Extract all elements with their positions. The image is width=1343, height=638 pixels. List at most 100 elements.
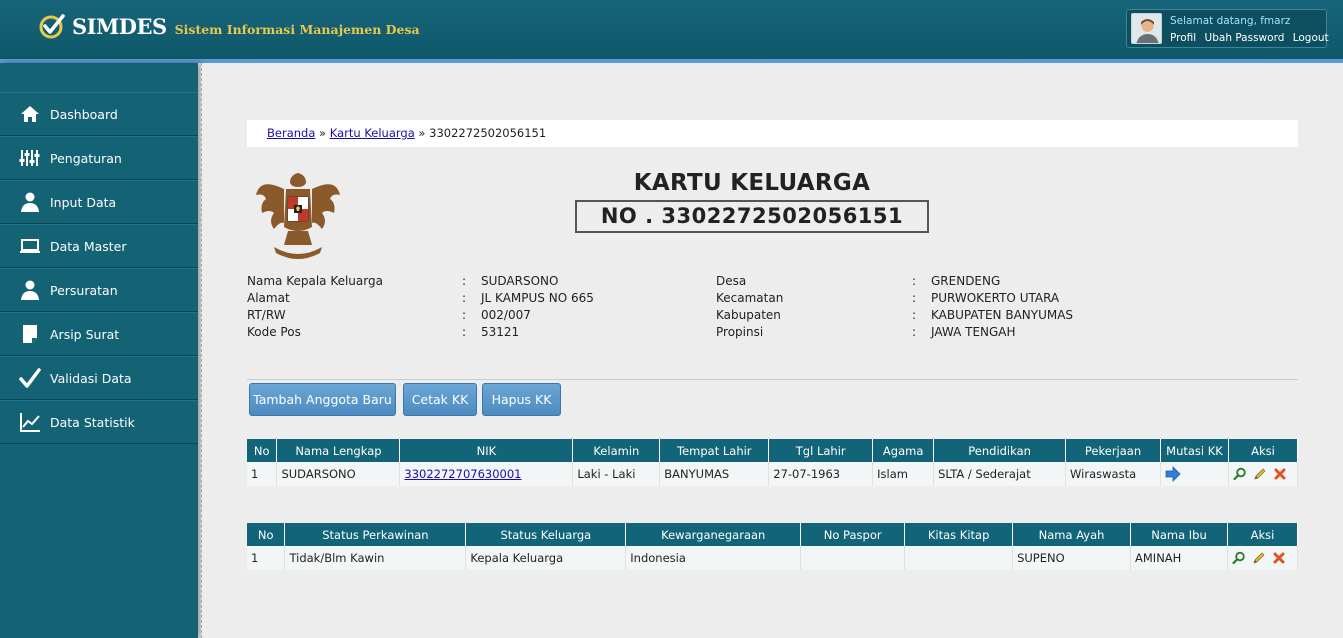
column-header: Tempat Lahir — [659, 439, 770, 462]
column-header: NIK — [399, 439, 574, 462]
sidebar-item-validasi-data[interactable]: Validasi Data — [0, 356, 198, 400]
column-header: Status Perkawinan — [284, 523, 467, 546]
column-header: Pendidikan — [933, 439, 1067, 462]
check-icon — [19, 367, 41, 389]
sidebar-item-data-master[interactable]: Data Master — [0, 224, 198, 268]
kk-number: NO . 3302272502056151 — [575, 200, 929, 233]
cell-nama: SUDARSONO — [276, 462, 401, 486]
ubah-password-link[interactable]: Ubah Password — [1205, 32, 1285, 44]
info-value: PURWOKERTO UTARA — [931, 291, 1060, 305]
anggota-table: No Nama Lengkap NIK Kelamin Tempat Lahir… — [247, 439, 1299, 486]
breadcrumb-kartu-keluarga-link[interactable]: Kartu Keluarga — [330, 126, 415, 140]
breadcrumb: Beranda » Kartu Keluarga » 3302272502056… — [247, 120, 1298, 147]
cell-no: 1 — [247, 462, 278, 486]
nik-link[interactable]: 3302272707630001 — [404, 467, 521, 481]
info-label: Kode Pos — [247, 325, 301, 339]
cell-pendidikan: SLTA / Sederajat — [933, 462, 1067, 486]
breadcrumb-current: 3302272502056151 — [429, 126, 547, 140]
user-avatar-icon — [1132, 14, 1161, 43]
cell-kelamin: Laki - Laki — [572, 462, 661, 486]
info-label: Kabupaten — [716, 308, 781, 322]
edit-icon[interactable] — [1253, 467, 1267, 481]
breadcrumb-beranda-link[interactable]: Beranda — [267, 126, 315, 140]
sidebar-item-label: Data Statistik — [50, 414, 135, 430]
column-header: No — [247, 439, 278, 462]
search-icon[interactable] — [1233, 467, 1247, 481]
laptop-icon — [19, 235, 41, 257]
info-label: Kecamatan — [716, 291, 784, 305]
info-labels-right: Desa Kecamatan Kabupaten Propinsi — [716, 273, 916, 341]
info-label: Desa — [716, 274, 747, 288]
document-icon — [19, 323, 41, 345]
app-name: SIMDES — [72, 13, 167, 39]
checkmark-logo-icon — [39, 14, 65, 39]
info-value: KABUPATEN BANYUMAS — [931, 308, 1074, 322]
column-header: Status Keluarga — [465, 523, 627, 546]
sidebar-item-label: Persuratan — [50, 282, 118, 298]
sidebar-item-pengaturan[interactable]: Pengaturan — [0, 136, 198, 180]
table-header-row: No Status Perkawinan Status Keluarga Kew… — [247, 523, 1299, 546]
cell-no-paspor — [800, 546, 906, 570]
sidebar-item-label: Dashboard — [50, 106, 118, 122]
user-icon — [19, 279, 41, 301]
cell-mutasi — [1160, 462, 1229, 486]
column-header: Aksi — [1227, 523, 1299, 546]
column-header: Pekerjaan — [1065, 439, 1162, 462]
sidebar-item-label: Arsip Surat — [50, 326, 120, 342]
delete-icon[interactable] — [1272, 551, 1286, 565]
sidebar-item-dashboard[interactable]: Dashboard — [0, 92, 198, 136]
cell-tgl-lahir: 27-07-1963 — [768, 462, 874, 486]
info-value: GRENDENG — [931, 274, 1001, 288]
table-row: 1 SUDARSONO 3302272707630001 Laki - Laki… — [247, 462, 1299, 486]
cell-pekerjaan: Wiraswasta — [1065, 462, 1162, 486]
cell-nik: 3302272707630001 — [399, 462, 574, 486]
edit-icon[interactable] — [1252, 551, 1266, 565]
sidebar-item-label: Pengaturan — [50, 150, 122, 166]
info-value: SUDARSONO — [481, 274, 559, 288]
user-icon — [19, 191, 41, 213]
sidebar-item-persuratan[interactable]: Persuratan — [0, 268, 198, 312]
cell-kitas-kitap — [904, 546, 1014, 570]
column-header: Aksi — [1228, 439, 1299, 462]
arrow-right-icon[interactable] — [1165, 466, 1181, 482]
column-header: Kelamin — [572, 439, 661, 462]
status-table: No Status Perkawinan Status Keluarga Kew… — [247, 523, 1299, 570]
column-header: Nama Ibu — [1130, 523, 1228, 546]
sidebar-menu: Dashboard Pengaturan Input Data Data Mas… — [0, 92, 198, 444]
column-header: Nama Ayah — [1012, 523, 1132, 546]
app-subtitle: Sistem Informasi Manajemen Desa — [174, 21, 420, 37]
profil-link[interactable]: Profil — [1170, 32, 1196, 44]
user-links: Profil Ubah Password Logout — [1170, 32, 1334, 44]
app-logo[interactable]: SIMDES Sistem Informasi Manajemen Desa — [38, 12, 420, 40]
table-header-row: No Nama Lengkap NIK Kelamin Tempat Lahir… — [247, 439, 1299, 462]
info-value: 002/007 — [481, 308, 531, 322]
sidebar-item-arsip-surat[interactable]: Arsip Surat — [0, 312, 198, 356]
sliders-icon — [19, 147, 41, 169]
tambah-anggota-button[interactable]: Tambah Anggota Baru — [249, 383, 396, 416]
info-labels-left: Nama Kepala Keluarga Alamat RT/RW Kode P… — [247, 273, 465, 341]
sidebar-item-data-statistik[interactable]: Data Statistik — [0, 400, 198, 444]
info-label: Propinsi — [716, 325, 764, 339]
divider — [247, 379, 1298, 380]
column-header: Mutasi KK — [1160, 439, 1229, 462]
user-panel: Selamat datang, fmarz Profil Ubah Passwo… — [1126, 9, 1329, 48]
cell-no: 1 — [247, 546, 286, 570]
info-values-right: GRENDENG PURWOKERTO UTARA KABUPATEN BANY… — [931, 273, 1131, 341]
column-header: Kewarganegaraan — [625, 523, 802, 546]
info-label: RT/RW — [247, 308, 286, 322]
hapus-kk-button[interactable]: Hapus KK — [482, 383, 561, 416]
info-colons-right: :::: — [912, 274, 917, 339]
cell-status-keluarga: Kepala Keluarga — [465, 546, 627, 570]
avatar — [1131, 13, 1162, 44]
sidebar-item-input-data[interactable]: Input Data — [0, 180, 198, 224]
sidebar-item-label: Input Data — [50, 194, 117, 210]
info-value: JL KAMPUS NO 665 — [481, 291, 594, 305]
search-icon[interactable] — [1232, 551, 1246, 565]
cell-kewarganegaraan: Indonesia — [625, 546, 802, 570]
cetak-kk-button[interactable]: Cetak KK — [403, 383, 477, 416]
delete-icon[interactable] — [1273, 467, 1287, 481]
column-header: Tgl Lahir — [768, 439, 874, 462]
page-title: KARTU KELUARGA — [633, 170, 871, 196]
info-label: Alamat — [247, 291, 290, 305]
logout-link[interactable]: Logout — [1293, 32, 1329, 44]
